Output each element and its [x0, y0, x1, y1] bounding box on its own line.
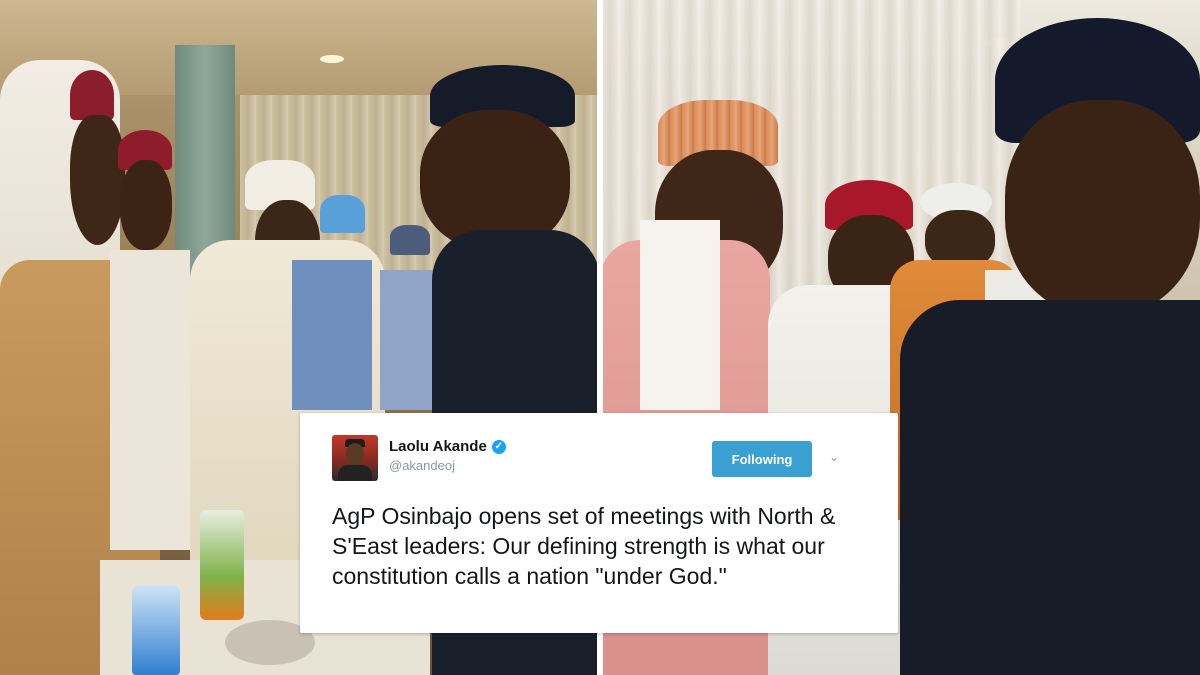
patterned-cap	[390, 225, 430, 255]
following-button[interactable]: Following	[712, 441, 812, 477]
tweet-card: Laolu Akande ✓ @akandeoj Following ⌄ AgP…	[300, 413, 898, 633]
face-main	[420, 110, 570, 250]
name-block: Laolu Akande ✓ @akandeoj	[389, 438, 506, 473]
dark-robe-right	[900, 300, 1200, 675]
juice-bottle	[200, 510, 244, 620]
tweet-text: AgP Osinbajo opens set of meetings with …	[332, 503, 836, 589]
avatar-body	[338, 465, 372, 481]
user-handle[interactable]: @akandeoj	[389, 458, 506, 473]
red-cap	[70, 70, 114, 120]
composite-image: Laolu Akande ✓ @akandeoj Following ⌄ AgP…	[0, 0, 1200, 675]
face-2	[120, 160, 172, 250]
blue-cap	[320, 195, 365, 233]
chevron-down-icon[interactable]: ⌄	[826, 449, 842, 465]
avatar[interactable]	[332, 435, 378, 481]
face	[70, 115, 125, 245]
blue-robe	[292, 260, 372, 410]
white-robe-2	[110, 250, 190, 550]
tweet-header: Laolu Akande ✓ @akandeoj Following ⌄	[332, 435, 868, 487]
white-scarf	[640, 220, 720, 410]
avatar-face	[346, 443, 364, 465]
verified-icon: ✓	[491, 439, 506, 454]
face-main-right	[1005, 100, 1200, 315]
display-name-row[interactable]: Laolu Akande ✓	[389, 438, 506, 455]
display-name[interactable]: Laolu Akande	[389, 438, 487, 455]
ceiling-light	[320, 55, 344, 63]
water-bottle	[132, 585, 180, 675]
